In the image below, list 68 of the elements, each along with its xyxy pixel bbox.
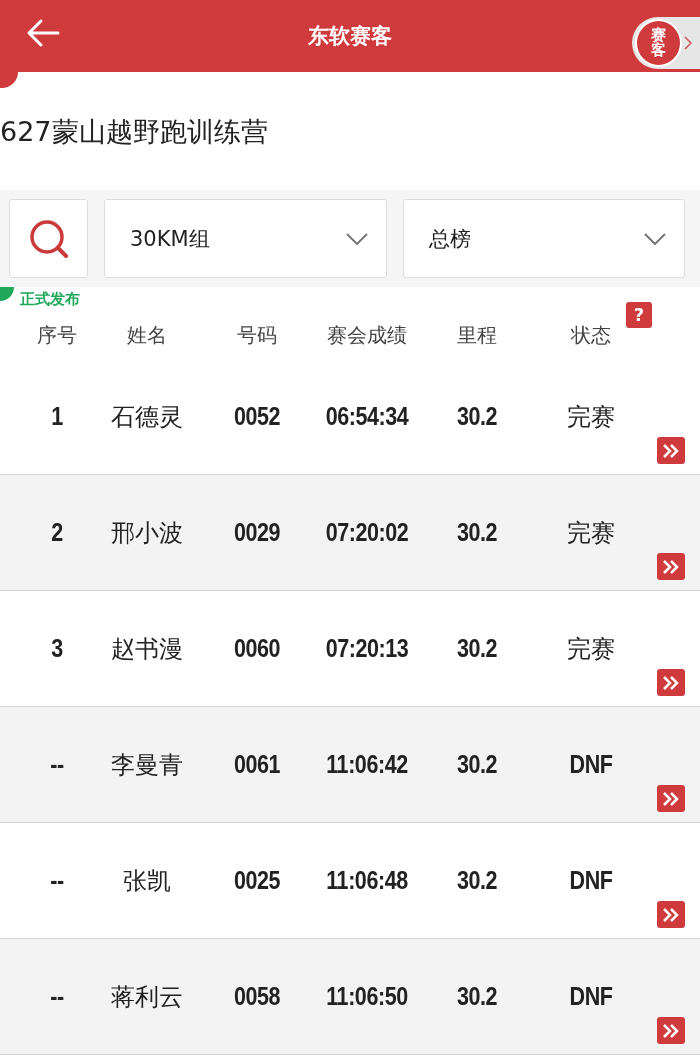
column-header: 里程: [456, 321, 498, 349]
chevron-right-icon: [684, 36, 692, 50]
dropdown-select[interactable]: 30KM组: [104, 199, 387, 278]
event-title: 627蒙山越野跑训练营: [0, 115, 268, 149]
rank-cell-text: 3: [50, 634, 64, 663]
bib-cell-text: 0029: [232, 518, 282, 547]
search-button[interactable]: [9, 199, 88, 278]
back-icon[interactable]: [26, 18, 60, 48]
distance-cell-text: 30.2: [455, 982, 499, 1011]
distance-cell-text: 30.2: [455, 750, 499, 779]
logo-badge: 赛客: [635, 19, 682, 67]
double-chevron-icon: [662, 442, 680, 459]
time-cell-text: 11:06:50: [325, 982, 409, 1011]
status-cell-text: 完赛: [566, 517, 616, 549]
distance-cell-text: 30.2: [455, 866, 499, 895]
time-cell-text: 07:20:13: [324, 634, 410, 663]
help-button[interactable]: ?: [626, 301, 652, 328]
column-header: 序号: [36, 321, 78, 349]
bib-cell-text: 0058: [232, 982, 282, 1011]
distance-cell-text: 30.2: [455, 518, 499, 547]
rank-cell-text: 1: [50, 402, 64, 431]
status-cell-text: DNF: [568, 982, 614, 1011]
distance-cell-text: 30.2: [455, 634, 499, 663]
time-cell-text: 07:20:02: [324, 518, 410, 547]
name-cell-text: 李曼青: [110, 749, 184, 781]
bib-cell-text: 0061: [232, 750, 282, 779]
publish-label: 正式发布: [20, 289, 80, 309]
mini-program-capsule[interactable]: 赛客: [632, 17, 700, 69]
rank-cell-text: --: [49, 750, 65, 779]
double-chevron-icon: [662, 1022, 680, 1039]
rank-cell-text: --: [49, 982, 65, 1011]
chevron-down-icon: [644, 232, 666, 245]
name-cell-text: 蒋利云: [110, 981, 184, 1013]
column-header: 赛会成绩: [326, 321, 408, 349]
time-cell-text: 11:06:42: [325, 750, 409, 779]
name-cell-text: 邢小波: [110, 517, 184, 549]
rank-cell-text: 2: [50, 518, 64, 547]
details-button[interactable]: [657, 785, 685, 812]
chevron-down-icon: [346, 232, 368, 245]
app-title: 东软赛客: [308, 23, 392, 50]
bib-cell-text: 0052: [232, 402, 282, 431]
status-cell-text: DNF: [568, 866, 614, 895]
status-cell-text: DNF: [568, 750, 614, 779]
details-button[interactable]: [657, 901, 685, 928]
time-cell-text: 11:06:48: [325, 866, 409, 895]
details-button[interactable]: [657, 553, 685, 580]
status-cell-text: 完赛: [566, 401, 616, 433]
details-button[interactable]: [657, 669, 685, 696]
dropdown-select[interactable]: 总榜: [403, 199, 685, 278]
name-cell-text: 石德灵: [110, 401, 184, 433]
distance-cell-text: 30.2: [455, 402, 499, 431]
double-chevron-icon: [662, 674, 680, 691]
details-button[interactable]: [657, 437, 685, 464]
time-cell-text: 06:54:34: [324, 402, 410, 431]
status-cell-text: 完赛: [566, 633, 616, 665]
name-cell-text: 赵书漫: [110, 633, 184, 665]
search-icon: [27, 217, 70, 260]
double-chevron-icon: [662, 558, 680, 575]
bib-cell-text: 0025: [232, 866, 282, 895]
column-header: 状态: [571, 321, 611, 349]
name-cell-text: 张凯: [122, 865, 172, 897]
column-header: 号码: [236, 321, 278, 349]
rank-cell-text: --: [49, 866, 65, 895]
double-chevron-icon: [662, 790, 680, 807]
double-chevron-icon: [662, 906, 680, 923]
column-header: 姓名: [126, 321, 168, 349]
bib-cell-text: 0060: [232, 634, 282, 663]
details-button[interactable]: [657, 1017, 685, 1044]
